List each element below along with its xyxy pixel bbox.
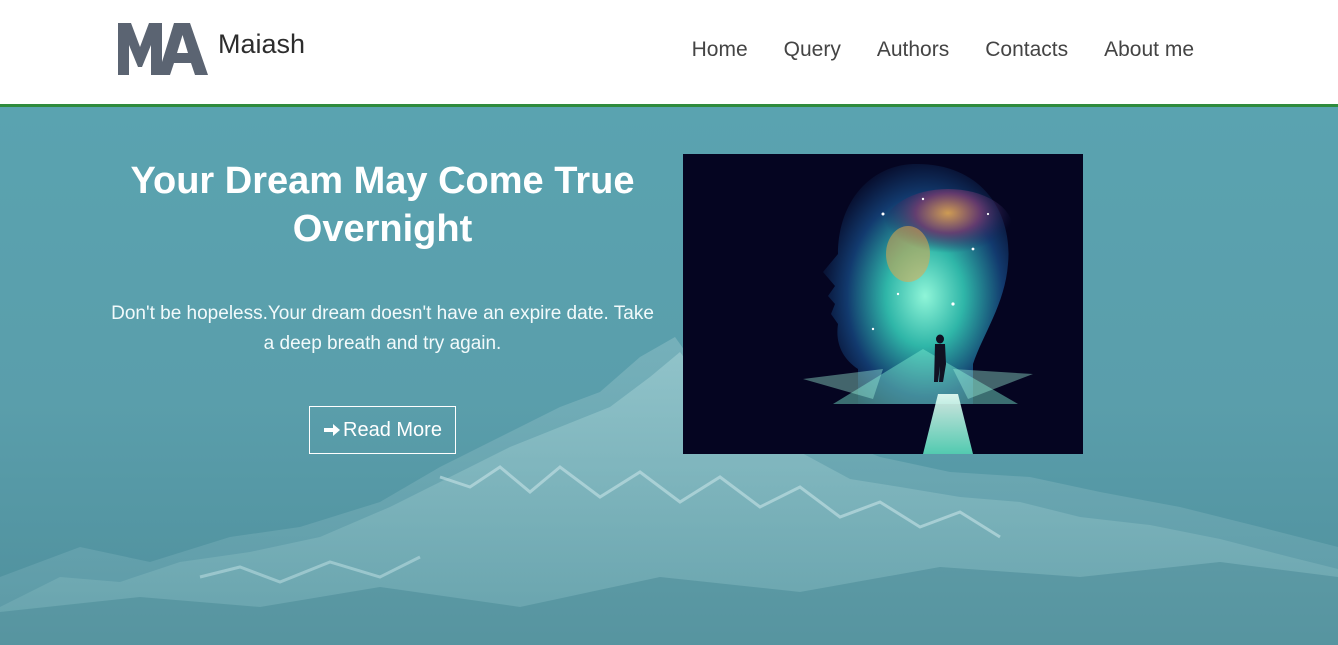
brand-name[interactable]: Maiash [218, 29, 305, 60]
read-more-label: Read More [343, 418, 442, 441]
logo-mark[interactable] [118, 23, 208, 75]
arrow-right-icon [324, 424, 341, 436]
nav-contacts[interactable]: Contacts [985, 38, 1068, 62]
nav-about-me[interactable]: About me [1104, 38, 1194, 62]
site-header: Maiash Home Query Authors Contacts About… [0, 0, 1338, 107]
brand[interactable]: Maiash [118, 23, 305, 75]
nav-query[interactable]: Query [784, 38, 841, 62]
read-more-button[interactable]: Read More [309, 406, 456, 454]
nav-home[interactable]: Home [692, 38, 748, 62]
nav-authors[interactable]: Authors [877, 38, 949, 62]
hero-description: Don't be hopeless.Your dream doesn't hav… [111, 303, 654, 354]
cosmic-head-image [683, 154, 1083, 454]
hero-title: Your Dream May Come True Overnight [130, 160, 635, 250]
main-nav: Home Query Authors Contacts About me [692, 38, 1194, 62]
hero-section: Your Dream May Come True Overnight Don't… [0, 107, 1338, 645]
